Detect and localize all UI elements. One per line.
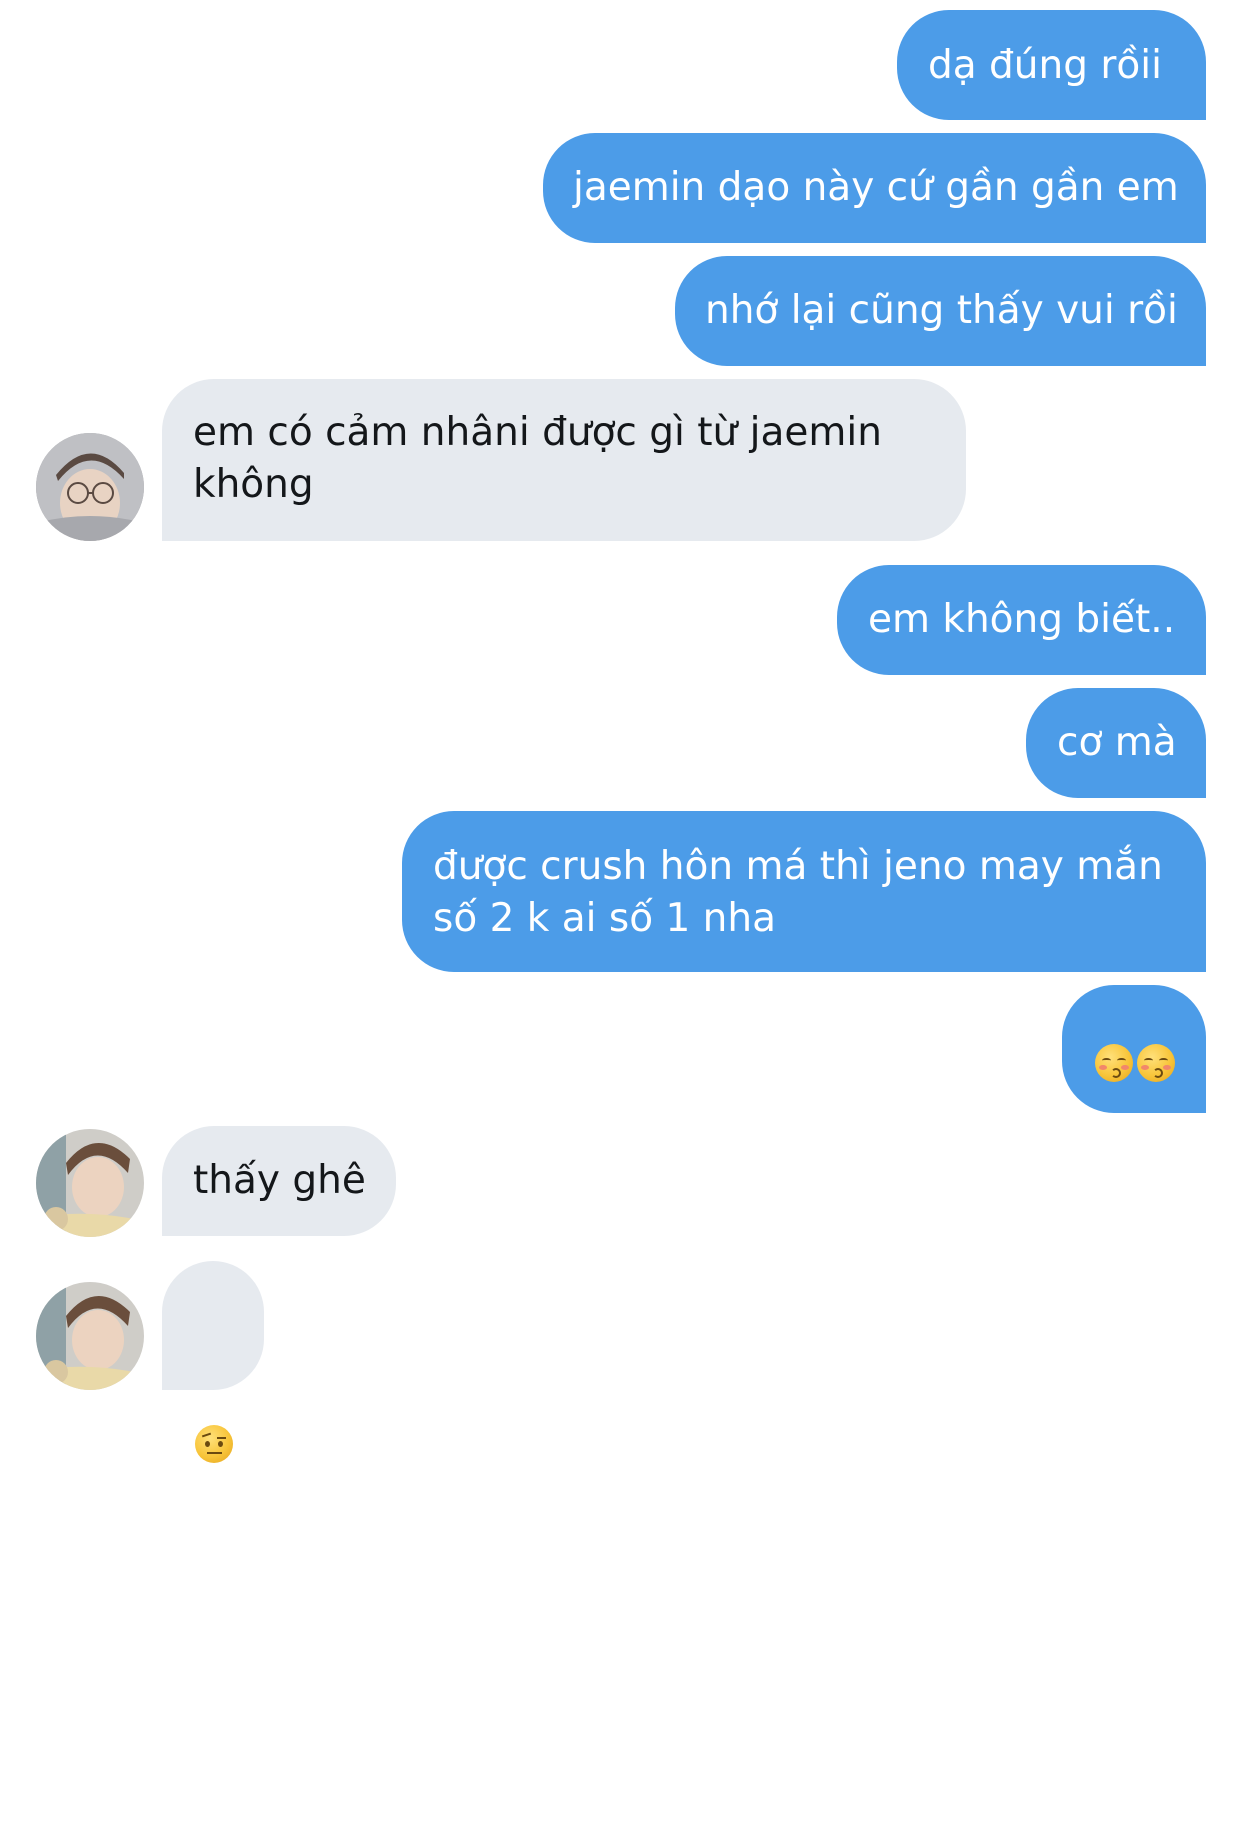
outgoing-message-bubble[interactable]: dạ đúng rồii [897,10,1206,120]
incoming-message-bubble[interactable]: thấy ghê [162,1126,396,1236]
incoming-message-bubble[interactable]: em có cảm nhâni được gì từ jaemin không [162,379,966,541]
message-text: cơ mà [1057,720,1177,765]
message-text: thấy ghê [193,1158,366,1203]
outgoing-message-bubble[interactable]: nhớ lại cũng thấy vui rồi [675,256,1206,366]
message-text: em không biết.. [868,597,1176,642]
contact-avatar[interactable] [36,1129,144,1237]
message-text: nhớ lại cũng thấy vui rồi [705,288,1178,333]
message-text: được crush hôn má thì jeno may mắn số 2 … [433,844,1163,941]
avatar-boy-image [36,1282,144,1390]
avatar-boy-image [36,1129,144,1237]
incoming-emoji-bubble[interactable] [162,1261,264,1463]
outgoing-message-bubble[interactable]: em không biết.. [837,565,1206,675]
emoji-row [1095,1035,1179,1087]
emoji-row [195,1312,264,1520]
contact-avatar[interactable] [36,1282,144,1390]
outgoing-message-bubble[interactable]: jaemin dạo này cứ gần gần em [543,133,1206,243]
message-text: jaemin dạo này cứ gần gần em [573,165,1179,210]
message-text: em có cảm nhâni được gì từ jaemin không [193,410,882,507]
kissing-face-smiling-eyes-icon [1137,1043,1175,1082]
avatar-glasses-image [36,433,144,541]
chat-conversation: dạ đúng rồii jaemin dạo này cứ gần gần e… [0,0,1242,1463]
contact-avatar[interactable] [36,433,144,541]
outgoing-message-bubble[interactable]: được crush hôn má thì jeno may mắn số 2 … [402,811,1206,972]
outgoing-emoji-bubble[interactable] [1062,985,1206,1113]
kissing-face-smiling-eyes-icon [1095,1043,1133,1082]
face-with-raised-eyebrow-icon [195,1424,233,1463]
message-text: dạ đúng rồii [928,43,1162,88]
outgoing-message-bubble[interactable]: cơ mà [1026,688,1206,798]
